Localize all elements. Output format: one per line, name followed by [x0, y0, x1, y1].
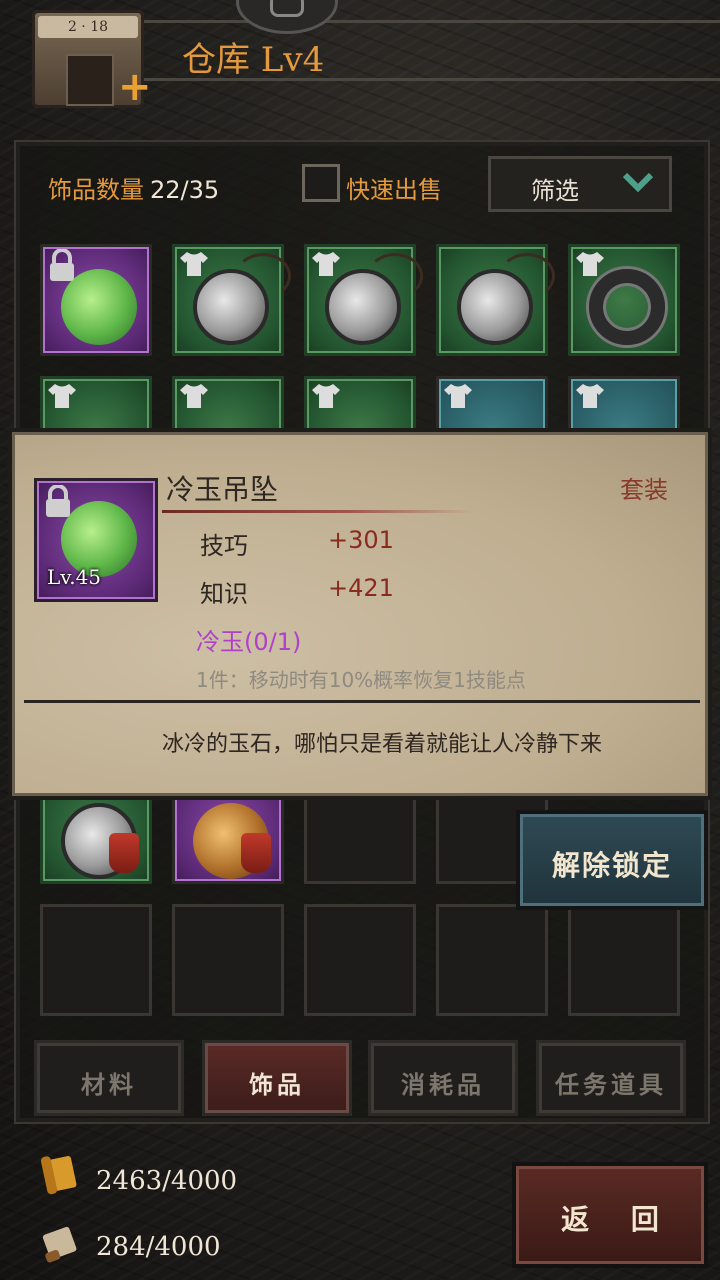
- stat-name: 知识: [200, 580, 248, 608]
- empty-slot[interactable]: [172, 904, 284, 1016]
- back-button[interactable]: 返 回: [512, 1162, 708, 1268]
- resource-2-value: 284/4000: [96, 1232, 221, 1262]
- equipped-shirt-icon: [312, 384, 340, 408]
- jade-ring-icon: [589, 269, 665, 345]
- quick-sell-checkbox[interactable]: [302, 164, 340, 202]
- quick-sell-label[interactable]: 快速出售: [346, 170, 442, 205]
- filter-dropdown[interactable]: 筛选: [488, 156, 672, 212]
- tassel-icon: [109, 833, 139, 873]
- top-knob-inner: [270, 0, 304, 17]
- tab-materials[interactable]: 材料: [34, 1040, 184, 1116]
- item-slot[interactable]: [40, 244, 152, 356]
- equipped-shirt-icon: [48, 384, 76, 408]
- parchment-resource-icon: [42, 1226, 77, 1263]
- set-bonus: 1件：移动时有10%概率恢复1技能点: [196, 668, 526, 692]
- header: 2 · 18 + 仓库 Lv4: [0, 0, 720, 120]
- item-count-label: 饰品数量: [48, 176, 144, 204]
- unlock-button-label: 解除锁定: [551, 849, 672, 882]
- tab-accessories[interactable]: 饰品: [202, 1040, 352, 1116]
- item-slot[interactable]: [172, 244, 291, 356]
- warehouse-sign: 2 · 18: [38, 16, 138, 38]
- header-line: [130, 20, 720, 23]
- divider: [24, 700, 700, 703]
- item-count-value: 22/35: [150, 176, 220, 204]
- upgrade-plus-icon[interactable]: +: [118, 67, 152, 107]
- flavor-text: 冰冷的玉石，哪怕只是看着就能让人冷静下来: [162, 732, 603, 757]
- lock-icon: [46, 485, 70, 517]
- lock-icon: [50, 249, 74, 281]
- scroll-resource-icon: [40, 1155, 77, 1195]
- equipped-shirt-icon: [576, 384, 604, 408]
- silver-pendant-icon: [325, 269, 401, 345]
- equipped-shirt-icon: [312, 252, 340, 276]
- item-slot[interactable]: [568, 244, 680, 356]
- silver-pendant-icon: [457, 269, 533, 345]
- item-slot[interactable]: [436, 244, 555, 356]
- item-detail-icon: Lv.45: [34, 478, 158, 602]
- tab-label: 材料: [81, 1071, 137, 1099]
- tab-label: 消耗品: [401, 1071, 485, 1099]
- equipped-shirt-icon: [444, 384, 472, 408]
- unlock-button[interactable]: 解除锁定: [516, 810, 708, 910]
- tab-label: 饰品: [249, 1071, 305, 1099]
- equipped-shirt-icon: [180, 384, 208, 408]
- equipped-shirt-icon: [576, 252, 604, 276]
- stat-name: 技巧: [200, 532, 248, 560]
- stat-value: +421: [328, 574, 394, 602]
- filter-label: 筛选: [531, 177, 579, 205]
- page-title: 仓库 Lv4: [182, 40, 325, 80]
- stat-value: +301: [328, 526, 394, 554]
- item-name: 冷玉吊坠: [166, 473, 279, 506]
- tab-label: 任务道具: [555, 1071, 667, 1099]
- back-button-label: 返 回: [561, 1203, 675, 1236]
- tassel-icon: [241, 833, 271, 873]
- empty-slot[interactable]: [304, 904, 416, 1016]
- name-underline: [162, 510, 472, 513]
- empty-slot[interactable]: [568, 904, 680, 1016]
- tab-consumables[interactable]: 消耗品: [368, 1040, 518, 1116]
- set-name: 冷玉(0/1): [196, 628, 302, 656]
- item-slot[interactable]: [304, 244, 423, 356]
- item-count: 饰品数量 22/35: [48, 170, 219, 205]
- equipped-shirt-icon: [180, 252, 208, 276]
- tab-quest-items[interactable]: 任务道具: [536, 1040, 686, 1116]
- resource-1-value: 2463/4000: [96, 1166, 238, 1196]
- empty-slot[interactable]: [436, 904, 548, 1016]
- silver-pendant-icon: [193, 269, 269, 345]
- chevron-down-icon: [622, 172, 654, 193]
- item-level: Lv.45: [47, 565, 102, 589]
- warehouse-door: [66, 54, 114, 106]
- item-type-badge: 套装: [620, 476, 668, 504]
- item-detail-popup: Lv.45 冷玉吊坠 套装 技巧 +301 知识 +421 冷玉(0/1) 1件…: [8, 428, 712, 800]
- empty-slot[interactable]: [40, 904, 152, 1016]
